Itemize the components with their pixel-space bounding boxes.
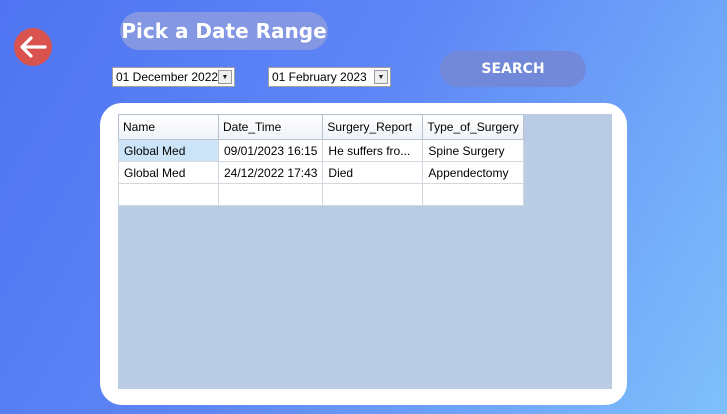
start-date-value: 01 December 2022: [116, 70, 219, 84]
table-row[interactable]: Global Med 09/01/2023 16:15 He suffers f…: [118, 139, 524, 162]
table-cell[interactable]: [322, 183, 424, 206]
table-cell[interactable]: He suffers fro...: [322, 139, 424, 162]
table-cell[interactable]: Global Med: [118, 139, 219, 162]
arrow-left-icon: [20, 36, 47, 58]
search-button[interactable]: SEARCH: [440, 51, 586, 87]
chevron-down-icon[interactable]: ▼: [374, 70, 388, 84]
chevron-down-icon[interactable]: ▼: [218, 70, 232, 84]
table-row-new[interactable]: [118, 183, 524, 206]
table-cell[interactable]: Spine Surgery: [422, 139, 524, 162]
table-row[interactable]: Global Med 24/12/2022 17:43 Died Appende…: [118, 161, 524, 184]
back-button[interactable]: [14, 28, 52, 66]
table-header-row: Name Date_Time Surgery_Report Type_of_Su…: [118, 114, 524, 140]
column-header-name[interactable]: Name: [118, 114, 219, 140]
table-cell[interactable]: [118, 183, 219, 206]
table-cell[interactable]: Died: [322, 161, 424, 184]
page-title: Pick a Date Range: [120, 12, 328, 50]
table-cell[interactable]: Global Med: [118, 161, 219, 184]
end-date-picker[interactable]: 01 February 2023 ▼: [268, 67, 391, 87]
column-header-date-time[interactable]: Date_Time: [217, 114, 324, 140]
table-cell[interactable]: [422, 183, 524, 206]
column-header-surgery-report[interactable]: Surgery_Report: [322, 114, 424, 140]
table-cell[interactable]: Appendectomy: [422, 161, 524, 184]
start-date-picker[interactable]: 01 December 2022 ▼: [112, 67, 235, 87]
column-header-type-of-surgery[interactable]: Type_of_Surgery: [422, 114, 524, 140]
table-cell[interactable]: 24/12/2022 17:43: [217, 161, 324, 184]
surgery-data-grid[interactable]: Name Date_Time Surgery_Report Type_of_Su…: [118, 114, 524, 206]
table-cell[interactable]: [217, 183, 324, 206]
end-date-value: 01 February 2023: [272, 70, 367, 84]
table-cell[interactable]: 09/01/2023 16:15: [217, 139, 324, 162]
